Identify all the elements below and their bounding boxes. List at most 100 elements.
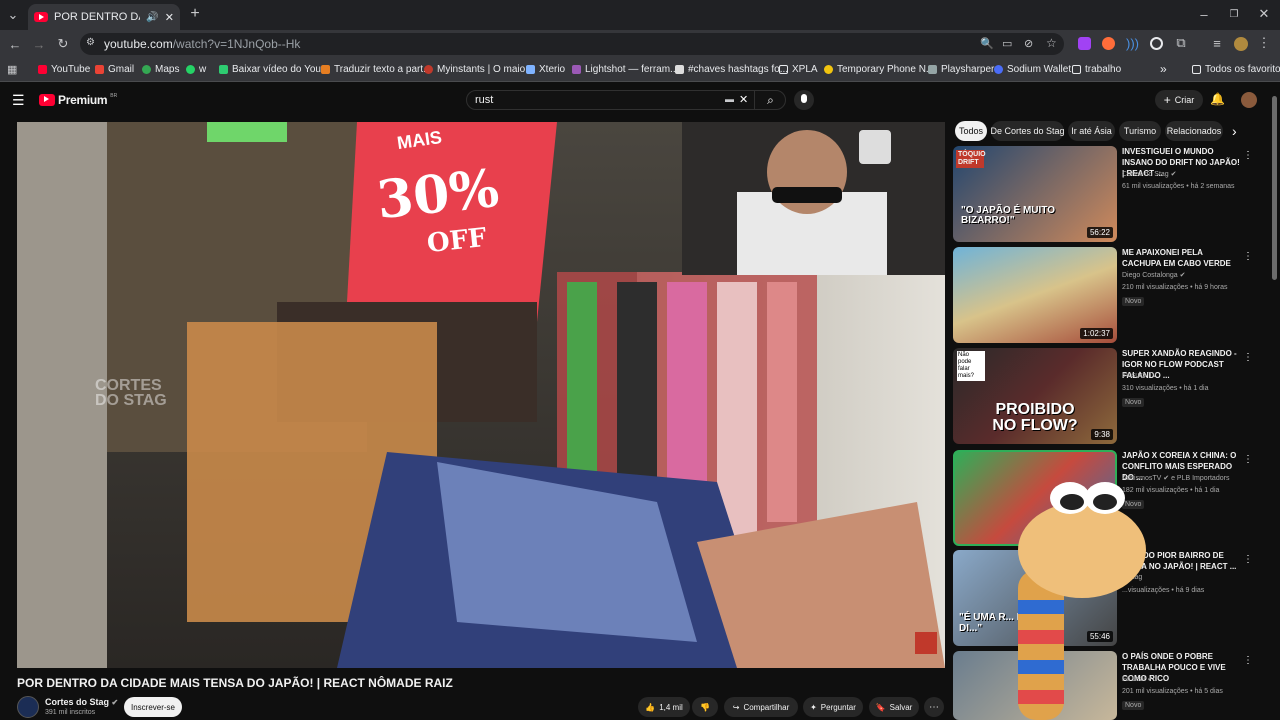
chip-de-cortes-do-stag[interactable]: De Cortes do Stag bbox=[990, 121, 1065, 141]
bookmark-sodium[interactable]: Sodium Wallet bbox=[994, 64, 1071, 75]
tab-search-chevron-icon[interactable]: ⌄ bbox=[6, 7, 20, 22]
bookmarks-overflow[interactable]: » bbox=[1160, 62, 1167, 76]
bookmark-icon: 🔖 bbox=[875, 702, 886, 712]
subscribe-button[interactable]: Inscrever-se bbox=[124, 697, 182, 717]
recommendation-item[interactable]: 1:02:37 ME APAIXONEI PELA CACHUPA EM CAB… bbox=[953, 247, 1253, 343]
forward-icon[interactable]: → bbox=[32, 37, 46, 52]
url-path: /watch?v=1NJnQob--Hk bbox=[172, 37, 301, 51]
tab-close-icon[interactable]: ✕ bbox=[165, 11, 174, 24]
reload-icon[interactable]: ↻ bbox=[56, 36, 70, 51]
bookmark-gmail[interactable]: Gmail bbox=[95, 64, 134, 75]
browser-tab-strip: ⌄ POR DENTRO DA CIDADE MAIS TENSA DO JAP… bbox=[0, 0, 1280, 30]
search-button[interactable]: ⌕ bbox=[754, 90, 786, 110]
recommendation-item[interactable]: Não pode falar mais? PROIBIDO NO FLOW? 9… bbox=[953, 348, 1253, 444]
address-bar[interactable]: ⚙ youtube.com/watch?v=1NJnQob--Hk 🔍 ▭ ⊘ … bbox=[80, 33, 1064, 55]
browser-menu-icon[interactable]: ⋮ bbox=[1258, 35, 1271, 50]
extension-wave-icon[interactable]: ))) bbox=[1126, 36, 1139, 51]
create-label: Criar bbox=[1174, 95, 1195, 105]
recommendation-channel[interactable]: Inosuke Tv bbox=[1122, 372, 1156, 379]
dislike-button[interactable]: 👎 bbox=[692, 697, 718, 717]
minimize-icon[interactable]: – bbox=[1196, 7, 1212, 22]
extension-circle-icon[interactable] bbox=[1150, 37, 1163, 50]
bookmark-myinstants[interactable]: Myinstants | O maio... bbox=[424, 64, 534, 75]
chip-relacionados[interactable]: Relacionados bbox=[1165, 121, 1223, 141]
window-close-icon[interactable]: ✕ bbox=[1256, 6, 1272, 21]
more-options-icon[interactable]: ⋮ bbox=[1243, 352, 1253, 363]
channel-watermark: CORTES DO STAG bbox=[95, 377, 167, 409]
recommendation-item[interactable]: TÓQUIO DRIFT "O JAPÃO É MUITO BIZARRO!" … bbox=[953, 146, 1253, 242]
save-button[interactable]: 🔖 Salvar bbox=[869, 697, 919, 717]
bookmark-hashtags[interactable]: #chaves hashtags fo... bbox=[675, 64, 788, 75]
desktop-pet-worm[interactable] bbox=[1010, 470, 1150, 720]
cast-icon[interactable]: ▭ bbox=[1002, 37, 1012, 50]
clear-search-icon[interactable]: ✕ bbox=[739, 93, 748, 106]
more-options-icon[interactable]: ⋮ bbox=[1243, 251, 1253, 262]
chip-turismo[interactable]: Turismo bbox=[1119, 121, 1161, 141]
recommendation-channel[interactable]: Cortes do Stag ✔ bbox=[1122, 170, 1177, 178]
thumbs-up-icon: 👍 bbox=[645, 702, 656, 712]
extensions-puzzle-icon[interactable]: ⧉ bbox=[1174, 35, 1188, 50]
video-thumbnail[interactable]: TÓQUIO DRIFT "O JAPÃO É MUITO BIZARRO!" … bbox=[953, 146, 1117, 242]
tab-title: POR DENTRO DA CIDADE MAIS TENSA DO JAPÃO… bbox=[54, 11, 140, 23]
more-options-icon[interactable]: ⋮ bbox=[1243, 554, 1253, 565]
bookmark-star-icon[interactable]: ☆ bbox=[1046, 36, 1057, 50]
create-button[interactable]: + Criar bbox=[1155, 90, 1203, 110]
recommendation-channel[interactable]: Diego Costalonga ✔ bbox=[1122, 271, 1185, 279]
channel-avatar[interactable] bbox=[17, 696, 39, 718]
share-button[interactable]: ↪ Compartilhar bbox=[724, 697, 798, 717]
account-avatar[interactable] bbox=[1241, 92, 1257, 108]
bookmark-trabalho[interactable]: trabalho bbox=[1072, 64, 1121, 75]
bookmark-baixar-video[interactable]: Baixar vídeo do You... bbox=[219, 64, 329, 75]
back-icon[interactable]: ← bbox=[8, 37, 22, 52]
channel-text: Diego Costalonga bbox=[1122, 272, 1178, 279]
bookmark-whatsapp[interactable]: w bbox=[186, 64, 206, 75]
bookmark-playsharper[interactable]: Playsharper bbox=[928, 64, 994, 75]
bookmark-traduzir[interactable]: Traduzir texto a part... bbox=[321, 64, 431, 75]
voice-search-button[interactable] bbox=[794, 90, 814, 110]
extension-fox-icon[interactable] bbox=[1102, 37, 1115, 50]
active-tab[interactable]: POR DENTRO DA CIDADE MAIS TENSA DO JAPÃO… bbox=[28, 4, 180, 30]
verified-icon: ✔ bbox=[1163, 475, 1170, 482]
keyboard-icon[interactable]: ▬ bbox=[725, 94, 734, 104]
new-tab-icon[interactable]: + bbox=[188, 5, 202, 22]
recommendation-title[interactable]: ME APAIXONEI PELA CACHUPA EM CABO VERDE bbox=[1122, 247, 1240, 269]
hide-icon[interactable]: ⊘ bbox=[1024, 37, 1033, 50]
video-player[interactable]: MAIS 30% OFF CORTES DO STAG bbox=[17, 122, 945, 668]
bookmark-maps[interactable]: Maps bbox=[142, 64, 179, 75]
channel-name[interactable]: Cortes do Stag ✔ bbox=[45, 697, 118, 707]
zoom-icon[interactable]: 🔍 bbox=[980, 37, 994, 50]
more-options-icon[interactable]: ⋮ bbox=[1243, 150, 1253, 161]
restore-icon[interactable]: ❐ bbox=[1226, 7, 1242, 21]
more-options-icon[interactable]: ⋮ bbox=[1243, 655, 1253, 666]
video-thumbnail[interactable]: Não pode falar mais? PROIBIDO NO FLOW? 9… bbox=[953, 348, 1117, 444]
ask-button[interactable]: ✦ Perguntar bbox=[803, 697, 863, 717]
bookmark-xterio[interactable]: Xterio bbox=[526, 64, 565, 75]
thumb-caption: PROIBIDO NO FLOW? bbox=[992, 401, 1078, 434]
youtube-logo[interactable]: Premium BR bbox=[39, 93, 117, 107]
chip-todos[interactable]: Todos bbox=[955, 121, 987, 141]
extension-download-icon[interactable] bbox=[1078, 37, 1091, 50]
notifications-bell-icon[interactable]: 🔔 bbox=[1210, 92, 1225, 106]
bookmark-xpla[interactable]: XPLA bbox=[779, 64, 818, 75]
chip-ir-ate-asia[interactable]: Ir até Ásia bbox=[1068, 121, 1115, 141]
bookmark-lightshot[interactable]: Lightshot — ferram... bbox=[572, 64, 678, 75]
more-options-icon[interactable]: ⋮ bbox=[1243, 454, 1253, 465]
like-button[interactable]: 👍 1,4 mil bbox=[638, 697, 690, 717]
bookmark-youtube[interactable]: YouTube bbox=[38, 64, 90, 75]
all-bookmarks[interactable]: Todos os favoritos bbox=[1192, 64, 1280, 75]
verified-icon: ✔ bbox=[1179, 272, 1186, 279]
bookmark-temp-phone[interactable]: Temporary Phone N... bbox=[824, 64, 934, 75]
hamburger-menu-icon[interactable]: ☰ bbox=[12, 92, 25, 109]
speaker-icon[interactable]: 🔊 bbox=[146, 12, 158, 23]
site-info-icon[interactable]: ⚙ bbox=[86, 37, 95, 48]
video-thumbnail[interactable]: 1:02:37 bbox=[953, 247, 1117, 343]
sign-off-text: OFF bbox=[425, 222, 488, 260]
page-scrollbar[interactable] bbox=[1272, 96, 1277, 280]
apps-grid-icon[interactable]: ▦ bbox=[7, 63, 17, 76]
search-input[interactable]: rust ▬ ✕ bbox=[466, 90, 786, 110]
reading-list-icon[interactable]: ≡ bbox=[1210, 36, 1224, 51]
microphone-icon bbox=[801, 94, 807, 103]
profile-avatar[interactable] bbox=[1234, 37, 1248, 51]
chips-next-icon[interactable]: › bbox=[1232, 123, 1237, 139]
more-actions-button[interactable]: ⋯ bbox=[924, 697, 944, 717]
